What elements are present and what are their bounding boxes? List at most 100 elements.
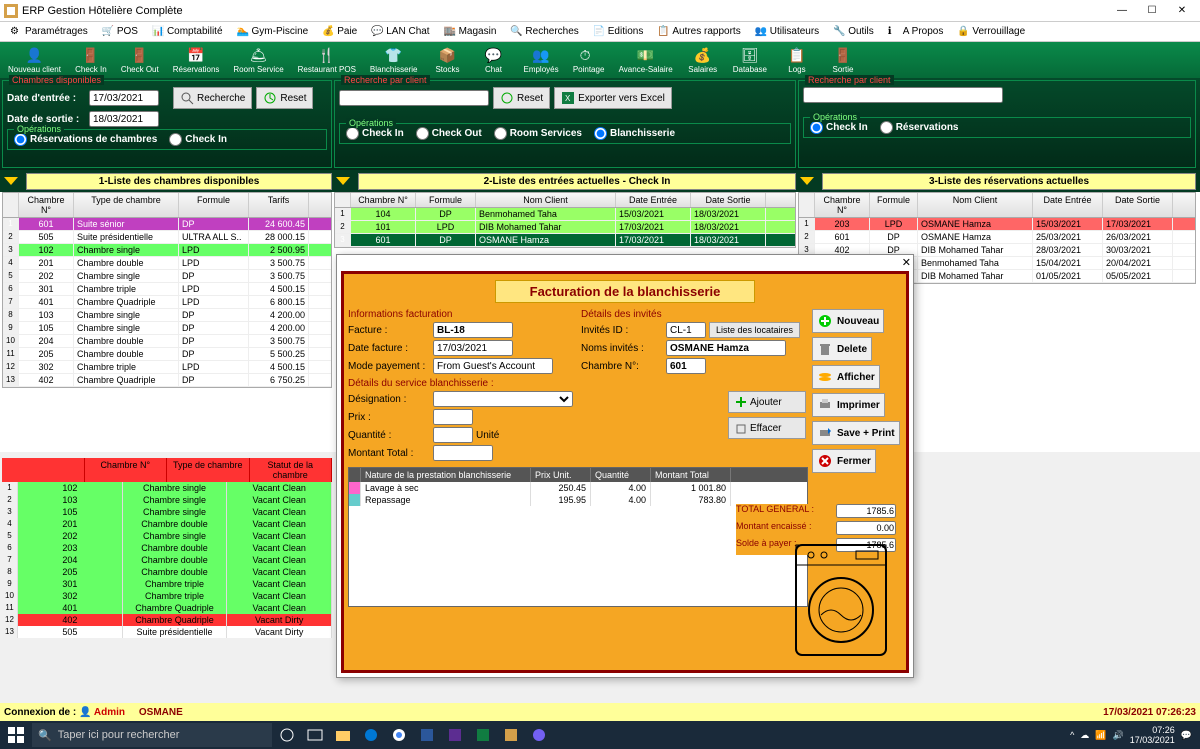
app-icon[interactable] (498, 723, 524, 747)
afficher-button[interactable]: Afficher (812, 365, 880, 389)
ribbon-room-service[interactable]: 🛎Room Service (227, 45, 289, 76)
date-entree-input[interactable] (89, 90, 159, 106)
tray-up-icon[interactable]: ^ (1070, 730, 1074, 740)
ribbon-réservations[interactable]: 📅Réservations (167, 45, 226, 76)
viber-icon[interactable] (526, 723, 552, 747)
radio-checkin-3[interactable]: Check In (810, 121, 868, 134)
ribbon-employés[interactable]: 👥Employés (517, 45, 564, 76)
radio-reservations[interactable]: Réservations de chambres (14, 133, 157, 146)
vs-icon[interactable] (442, 723, 468, 747)
radio-checkin-2[interactable]: Check In (346, 127, 404, 140)
radio-checkin-1[interactable]: Check In (169, 133, 227, 146)
table-row[interactable]: 13505Suite présidentielleVacant Dirty (2, 626, 332, 638)
table-row[interactable]: 11205Chambre doubleDP5 500.25 (3, 348, 331, 361)
imprimer-button[interactable]: Imprimer (812, 393, 885, 417)
menu-gym-piscine[interactable]: 🏊Gym-Piscine (231, 24, 315, 40)
save-print-button[interactable]: Save + Print (812, 421, 900, 445)
invite-id-input[interactable] (666, 322, 706, 338)
mode-input[interactable] (433, 358, 553, 374)
ribbon-check-out[interactable]: 🚪Check Out (115, 45, 165, 76)
facture-input[interactable] (433, 322, 513, 338)
menu-comptabilité[interactable]: 📊Comptabilité (146, 24, 229, 40)
start-button[interactable] (2, 723, 30, 747)
montant-encaisse-input[interactable] (836, 521, 896, 535)
table-row[interactable]: 5202Chambre singleVacant Clean (2, 530, 332, 542)
table-row[interactable]: 12402Chambre QuadripleVacant Dirty (2, 614, 332, 626)
menu-utilisateurs[interactable]: 👥Utilisateurs (749, 24, 825, 40)
noms-input[interactable] (666, 340, 786, 356)
table-row[interactable]: 13402Chambre QuadripleDP6 750.25 (3, 374, 331, 387)
ribbon-chat[interactable]: 💬Chat (471, 45, 515, 76)
ribbon-restaurant-pos[interactable]: 🍴Restaurant POS (292, 45, 362, 76)
nouveau-button[interactable]: Nouveau (812, 309, 884, 333)
table-row[interactable]: 8205Chambre doubleVacant Clean (2, 566, 332, 578)
grid-status-chambres[interactable]: Chambre N°Type de chambreStatut de la ch… (2, 458, 332, 638)
table-row[interactable]: 2505Suite présidentielleULTRA ALL S..28 … (3, 231, 331, 244)
delete-button[interactable]: Delete (812, 337, 872, 361)
task-view-icon[interactable] (302, 723, 328, 747)
ribbon-database[interactable]: 🗄Database (727, 45, 773, 76)
table-row[interactable]: 1102Chambre singleVacant Clean (2, 482, 332, 494)
grid-chambres[interactable]: Chambre N°Type de chambreFormuleTarifs16… (2, 192, 332, 388)
radio-blanchisserie[interactable]: Blanchisserie (594, 127, 675, 140)
export-excel-button[interactable]: XExporter vers Excel (554, 87, 672, 109)
table-row[interactable]: 10302Chambre tripleVacant Clean (2, 590, 332, 602)
modal-close-button[interactable]: ✕ (902, 256, 911, 269)
ribbon-logs[interactable]: 📋Logs (775, 45, 819, 76)
tray-cloud-icon[interactable]: ☁ (1080, 730, 1089, 741)
recherche-button[interactable]: Recherche (173, 87, 252, 109)
menu-a-propos[interactable]: ℹA Propos (882, 24, 950, 40)
menu-paramétrages[interactable]: ⚙Paramétrages (4, 24, 94, 40)
menu-paie[interactable]: 💰Paie (316, 24, 363, 40)
effacer-button[interactable]: Effacer (728, 417, 806, 439)
explorer-icon[interactable] (330, 723, 356, 747)
table-row[interactable]: 3102Chambre singleLPD2 500.95 (3, 244, 331, 257)
table-row[interactable]: 1601Suite séniorDP24 600.45 (3, 218, 331, 231)
radio-checkout[interactable]: Check Out (416, 127, 482, 140)
word-icon[interactable] (414, 723, 440, 747)
table-row[interactable]: 4201Chambre doubleLPD3 500.75 (3, 257, 331, 270)
minimize-button[interactable]: — (1108, 2, 1136, 20)
ribbon-avance-salaire[interactable]: 💵Avance-Salaire (613, 45, 679, 76)
edge-icon[interactable] (358, 723, 384, 747)
date-sortie-input[interactable] (89, 111, 159, 127)
search-client-input-2[interactable] (803, 87, 1003, 103)
menu-outils[interactable]: 🔧Outils (827, 24, 880, 40)
ribbon-nouveau-client[interactable]: 👤Nouveau client (2, 45, 67, 76)
close-button[interactable]: ✕ (1168, 2, 1196, 20)
prix-input[interactable] (433, 409, 473, 425)
date-facture-input[interactable] (433, 340, 513, 356)
table-row[interactable]: 9105Chambre singleDP4 200.00 (3, 322, 331, 335)
menu-autres-rapports[interactable]: 📋Autres rapports (651, 24, 746, 40)
reset-button-1[interactable]: Reset (256, 87, 313, 109)
menu-verrouillage[interactable]: 🔒Verrouillage (951, 24, 1031, 40)
liste-locataires-button[interactable]: Liste des locataires (709, 322, 800, 338)
table-row[interactable]: 4201Chambre doubleVacant Clean (2, 518, 332, 530)
table-row[interactable]: 12302Chambre tripleLPD4 500.15 (3, 361, 331, 374)
table-row[interactable]: 3105Chambre singleVacant Clean (2, 506, 332, 518)
menu-recherches[interactable]: 🔍Recherches (504, 24, 584, 40)
table-row[interactable]: 7204Chambre doubleVacant Clean (2, 554, 332, 566)
grid-checkins[interactable]: Chambre N°FormuleNom ClientDate EntréeDa… (334, 192, 796, 248)
maximize-button[interactable]: ☐ (1138, 2, 1166, 20)
quantite-input[interactable] (433, 427, 473, 443)
menu-lan-chat[interactable]: 💬LAN Chat (365, 24, 435, 40)
menu-magasin[interactable]: 🏬Magasin (438, 24, 503, 40)
table-row[interactable]: 8103Chambre singleDP4 200.00 (3, 309, 331, 322)
table-row[interactable]: 9301Chambre tripleVacant Clean (2, 578, 332, 590)
tray-network-icon[interactable]: 📶 (1095, 730, 1106, 741)
chambre-input[interactable] (666, 358, 706, 374)
chrome-icon[interactable] (386, 723, 412, 747)
ribbon-pointage[interactable]: ⏱Pointage (567, 45, 611, 76)
table-row[interactable]: 10204Chambre doubleDP3 500.75 (3, 335, 331, 348)
table-row[interactable]: 6203Chambre doubleVacant Clean (2, 542, 332, 554)
tray-clock[interactable]: 07:2617/03/2021 (1130, 725, 1175, 745)
ajouter-button[interactable]: Ajouter (728, 391, 806, 413)
table-row[interactable]: 11401Chambre QuadripleVacant Clean (2, 602, 332, 614)
menu-editions[interactable]: 📄Editions (587, 24, 650, 40)
cortana-icon[interactable] (274, 723, 300, 747)
ribbon-check-in[interactable]: 🚪Check In (69, 45, 113, 76)
radio-reservations-2[interactable]: Réservations (880, 121, 959, 134)
ribbon-sortie[interactable]: 🚪Sortie (821, 45, 865, 76)
table-row[interactable]: 6301Chambre tripleLPD4 500.15 (3, 283, 331, 296)
